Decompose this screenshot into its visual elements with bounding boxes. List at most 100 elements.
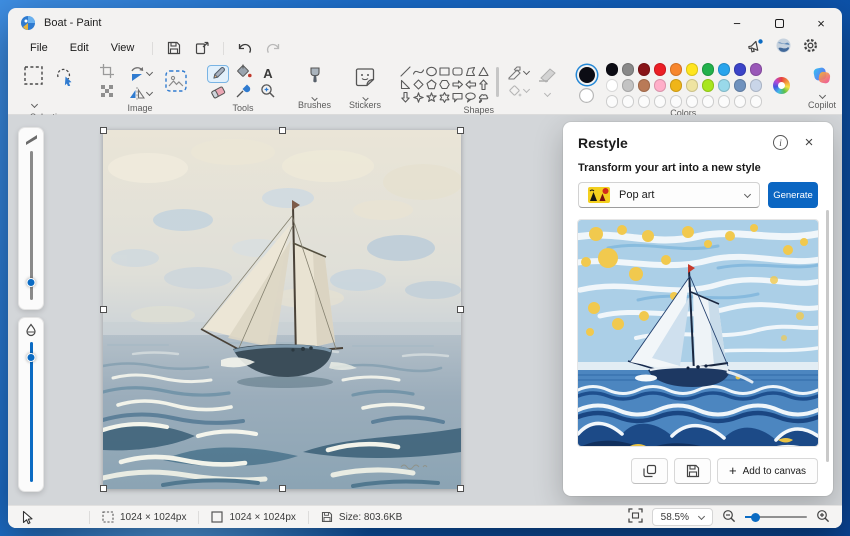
restyle-close-button[interactable]: × — [800, 134, 818, 151]
zoom-out-button[interactable] — [722, 509, 736, 526]
restyle-scrollbar[interactable] — [826, 210, 829, 462]
share-button[interactable] — [189, 39, 215, 57]
selection-dropdown-chevron[interactable] — [30, 100, 39, 109]
secondary-color-swatch[interactable] — [579, 88, 595, 104]
fill-tool-button[interactable] — [235, 63, 252, 84]
shape-outline-button[interactable] — [507, 65, 530, 80]
edit-colors-button[interactable] — [773, 76, 791, 94]
color-swatch[interactable] — [749, 79, 763, 92]
style-dropdown[interactable]: Pop art — [578, 182, 760, 208]
selection-handle-middle-left[interactable] — [100, 306, 107, 313]
selection-handle-top-center[interactable] — [279, 127, 286, 134]
shapes-scrollbar[interactable] — [496, 67, 499, 97]
custom-color-slot[interactable] — [749, 95, 763, 108]
color-swatch[interactable] — [653, 79, 667, 92]
zoom-level-dropdown[interactable]: 58.5% — [651, 508, 713, 526]
zoom-slider[interactable] — [745, 511, 807, 523]
feedback-button[interactable] — [746, 38, 764, 59]
opacity-slider-thumb[interactable] — [26, 353, 36, 363]
custom-color-slot[interactable] — [669, 95, 683, 108]
paint-canvas[interactable] — [100, 127, 464, 492]
fill-style-dropdown-chevron[interactable] — [544, 89, 552, 98]
save-result-button[interactable] — [674, 458, 712, 484]
menu-view[interactable]: View — [101, 41, 145, 55]
eraser-tool-button[interactable] — [209, 83, 227, 104]
fill-dropdown-chevron[interactable] — [522, 85, 530, 94]
flip-dropdown-chevron[interactable] — [145, 88, 153, 97]
custom-color-slot[interactable] — [637, 95, 651, 108]
color-swatch[interactable] — [637, 79, 651, 92]
custom-color-slot[interactable] — [701, 95, 715, 108]
color-swatch[interactable] — [717, 63, 731, 76]
color-swatch[interactable] — [605, 63, 619, 76]
maximize-button[interactable] — [758, 8, 800, 38]
color-swatch[interactable] — [621, 63, 635, 76]
account-button[interactable] — [776, 38, 791, 58]
color-swatch[interactable] — [621, 79, 635, 92]
remove-background-button[interactable] — [164, 69, 188, 98]
selection-handle-top-right[interactable] — [457, 127, 464, 134]
generate-button[interactable]: Generate — [768, 182, 818, 208]
menu-file[interactable]: File — [20, 41, 58, 55]
stroke-size-slider-thumb[interactable] — [26, 277, 36, 287]
color-swatch[interactable] — [669, 63, 683, 76]
rotate-button[interactable] — [129, 66, 153, 82]
settings-button[interactable] — [803, 38, 818, 58]
custom-color-slot[interactable] — [733, 95, 747, 108]
stroke-size-slider[interactable] — [19, 151, 43, 300]
color-swatch[interactable] — [653, 63, 667, 76]
color-swatch[interactable] — [701, 63, 715, 76]
redo-button[interactable] — [260, 39, 286, 57]
copy-result-button[interactable] — [631, 458, 669, 484]
brushes-button[interactable] — [305, 66, 325, 93]
selection-handle-bottom-center[interactable] — [279, 485, 286, 492]
crop-button[interactable] — [99, 63, 115, 84]
minimize-button[interactable]: − — [716, 8, 758, 38]
color-swatch[interactable] — [605, 79, 619, 92]
zoom-slider-thumb[interactable] — [751, 512, 760, 522]
pencil-tool-button[interactable] — [207, 64, 229, 83]
undo-button[interactable] — [232, 39, 258, 57]
selection-handle-top-left[interactable] — [100, 127, 107, 134]
color-swatch[interactable] — [637, 63, 651, 76]
outline-dropdown-chevron[interactable] — [522, 67, 530, 76]
menu-edit[interactable]: Edit — [60, 41, 99, 55]
close-button[interactable]: × — [800, 8, 842, 38]
info-icon[interactable]: i — [773, 135, 788, 150]
primary-color-swatch[interactable] — [578, 67, 595, 84]
rectangle-select-button[interactable] — [23, 65, 44, 91]
resize-button[interactable] — [100, 84, 115, 104]
copilot-dropdown-chevron[interactable] — [818, 91, 826, 100]
custom-color-slot[interactable] — [685, 95, 699, 108]
shape-fill-style-button[interactable] — [537, 65, 559, 90]
fit-to-screen-button[interactable] — [627, 508, 643, 526]
custom-color-slot[interactable] — [653, 95, 667, 108]
selection-handle-bottom-left[interactable] — [100, 485, 107, 492]
custom-color-slot[interactable] — [717, 95, 731, 108]
flip-button[interactable] — [129, 86, 153, 101]
copilot-button[interactable] — [811, 66, 833, 91]
text-tool-button[interactable]: A — [263, 66, 272, 81]
shapes-grid[interactable] — [399, 65, 491, 105]
color-swatch[interactable] — [733, 63, 747, 76]
custom-color-slot[interactable] — [621, 95, 635, 108]
rotate-dropdown-chevron[interactable] — [145, 68, 153, 77]
color-swatch[interactable] — [701, 79, 715, 92]
stickers-button[interactable] — [354, 66, 376, 93]
magnifier-tool-button[interactable] — [260, 83, 276, 104]
color-swatch[interactable] — [685, 79, 699, 92]
color-swatch[interactable] — [717, 79, 731, 92]
zoom-in-button[interactable] — [816, 509, 830, 526]
selection-handle-middle-right[interactable] — [457, 306, 464, 313]
selection-handle-bottom-right[interactable] — [457, 485, 464, 492]
color-picker-button[interactable] — [235, 83, 251, 104]
color-swatch[interactable] — [749, 63, 763, 76]
save-button[interactable] — [161, 39, 187, 57]
free-form-select-button[interactable] — [54, 66, 74, 91]
shape-fill-button[interactable] — [507, 83, 530, 98]
color-swatch[interactable] — [669, 79, 683, 92]
color-swatch[interactable] — [733, 79, 747, 92]
custom-color-slot[interactable] — [605, 95, 619, 108]
color-swatch[interactable] — [685, 63, 699, 76]
titlebar[interactable]: Boat - Paint − × — [8, 8, 842, 38]
